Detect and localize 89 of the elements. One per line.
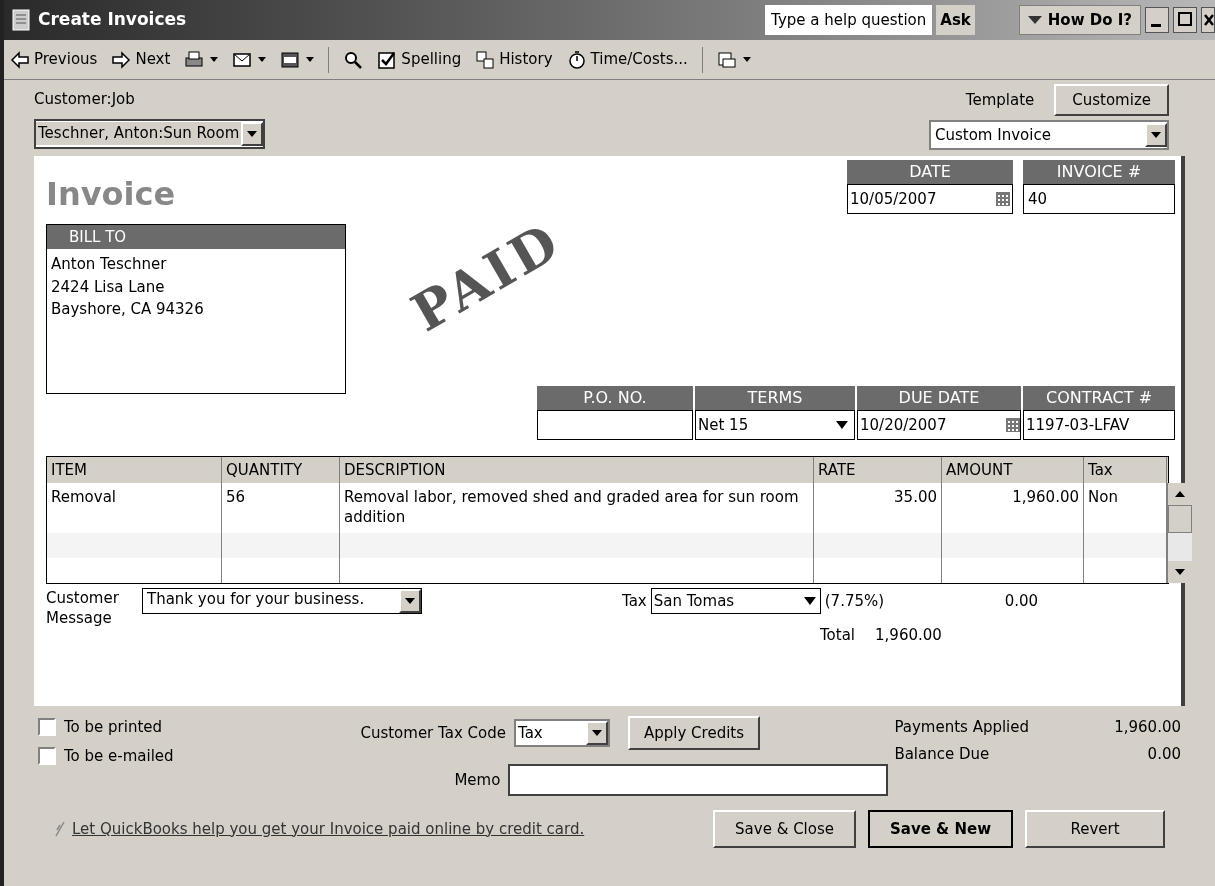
summary-value: 1,960.00 [1114, 717, 1181, 738]
customer-job-label: Customer:Job [34, 89, 136, 110]
tax-code-dropdown[interactable]: Tax [513, 719, 610, 747]
field-input[interactable] [537, 410, 693, 440]
action-button[interactable]: Save & New [868, 810, 1013, 848]
ask-button[interactable]: Ask [936, 5, 975, 35]
customer-message-field[interactable]: Thank you for your business. [142, 588, 422, 614]
close-icon[interactable] [1201, 7, 1215, 33]
checkbox[interactable] [38, 718, 56, 737]
dropdown-arrow-icon[interactable] [803, 597, 816, 605]
maximize-icon[interactable] [1173, 7, 1197, 33]
checkmark-icon [377, 49, 398, 70]
customize-button[interactable]: Customize [1054, 84, 1169, 116]
tax-label: Tax [622, 590, 647, 612]
summary-label: Payments Applied [894, 717, 1030, 738]
field-label: TERMS [695, 386, 855, 410]
customer-message-label: Customer [46, 588, 120, 608]
checkbox-label: To be printed [64, 717, 163, 738]
triangle-icon [1027, 16, 1042, 24]
template-label: Template [965, 89, 1035, 111]
toolbar-button[interactable]: Spelling [377, 48, 462, 71]
window-title: Create Invoices [38, 8, 187, 32]
field-input[interactable]: 10/20/2007 [857, 410, 1021, 440]
calendar-icon[interactable] [1006, 418, 1020, 432]
documents-icon [475, 49, 496, 70]
summary-label: Balance Due [894, 743, 990, 765]
calendar-icon[interactable] [996, 192, 1010, 206]
scroll-down-icon[interactable] [1168, 561, 1192, 583]
caret-icon[interactable] [742, 57, 751, 62]
column-header: QUANTITY [222, 457, 340, 483]
search-icon[interactable] [343, 49, 364, 70]
template-dropdown[interactable]: Custom Invoice [929, 120, 1169, 150]
tax-code-label: Customer Tax Code [360, 722, 506, 744]
field-input[interactable]: Net 15 [695, 410, 855, 440]
address-line: 2424 Lisa Lane [51, 276, 166, 298]
invoice-number-label: INVOICE # [1023, 160, 1175, 184]
toolbar-button[interactable]: History [475, 48, 553, 71]
envelope-icon[interactable] [716, 49, 737, 70]
apply-credits-button[interactable]: Apply Credits [627, 716, 760, 750]
invoice-number-field[interactable]: 40 [1023, 184, 1175, 214]
customer-message-label: Message [46, 608, 113, 628]
toolbar-button[interactable]: Previous [10, 48, 98, 71]
how-do-i-button[interactable]: How Do I? [1018, 5, 1141, 35]
invoice-icon [12, 9, 30, 31]
tax-rate: (7.75%) [824, 590, 885, 612]
checkbox-label: To be e-mailed [64, 745, 174, 767]
total-label: Total [820, 625, 856, 646]
summary-value: 0.00 [1147, 743, 1181, 765]
help-field[interactable]: Type a help question [765, 5, 933, 35]
tax-amount: 0.00 [1003, 590, 1039, 612]
column-header: RATE [814, 457, 942, 483]
caret-icon[interactable] [258, 57, 267, 62]
column-header: AMOUNT [942, 457, 1084, 483]
caret-icon[interactable] [306, 57, 315, 62]
forward-arrow-icon [111, 49, 132, 70]
total-amount: 1,960.00 [875, 625, 942, 646]
column-header: Tax [1084, 457, 1167, 483]
printer-icon[interactable] [184, 49, 205, 70]
form-icon[interactable] [280, 49, 301, 70]
scrollbar[interactable] [1167, 483, 1192, 583]
back-arrow-icon [10, 49, 30, 70]
toolbar-button[interactable]: Next [111, 48, 171, 71]
caret-icon[interactable] [210, 57, 219, 62]
action-button[interactable]: Revert [1025, 810, 1165, 848]
column-header: DESCRIPTION [340, 457, 814, 483]
sales-tax-item-dropdown[interactable]: San Tomas [650, 588, 821, 614]
dropdown-arrow-icon[interactable] [836, 421, 848, 429]
date-label: DATE [847, 160, 1013, 184]
field-input[interactable]: 1197-03-LFAV [1023, 410, 1175, 440]
field-label: CONTRACT # [1023, 386, 1175, 410]
memo-field[interactable] [508, 764, 889, 796]
minimize-icon[interactable] [1145, 7, 1169, 33]
checkbox[interactable] [38, 746, 56, 765]
stopwatch-icon [566, 49, 587, 70]
address-line: Anton Teschner [51, 254, 168, 275]
memo-label: Memo [454, 769, 501, 791]
scroll-thumb[interactable] [1168, 505, 1192, 533]
toolbar-button[interactable]: Time/Costs... [566, 48, 688, 71]
date-field[interactable]: 10/05/2007 [847, 184, 1013, 214]
bill-to-label: BILL TO [47, 225, 345, 249]
credit-card-link[interactable]: Let QuickBooks help you get your Invoice paid online by credit card. [72, 817, 585, 841]
invoice-heading: Invoice [46, 174, 177, 215]
field-label: P.O. NO. [537, 386, 693, 410]
address-line: Bayshore, CA 94326 [51, 299, 205, 320]
scroll-up-icon[interactable] [1168, 483, 1192, 505]
action-button[interactable]: Save & Close [713, 810, 856, 848]
field-label: DUE DATE [857, 386, 1021, 410]
column-header: ITEM [47, 457, 222, 483]
customer-job-dropdown[interactable]: Teschner, Anton:Sun Room [34, 118, 266, 149]
